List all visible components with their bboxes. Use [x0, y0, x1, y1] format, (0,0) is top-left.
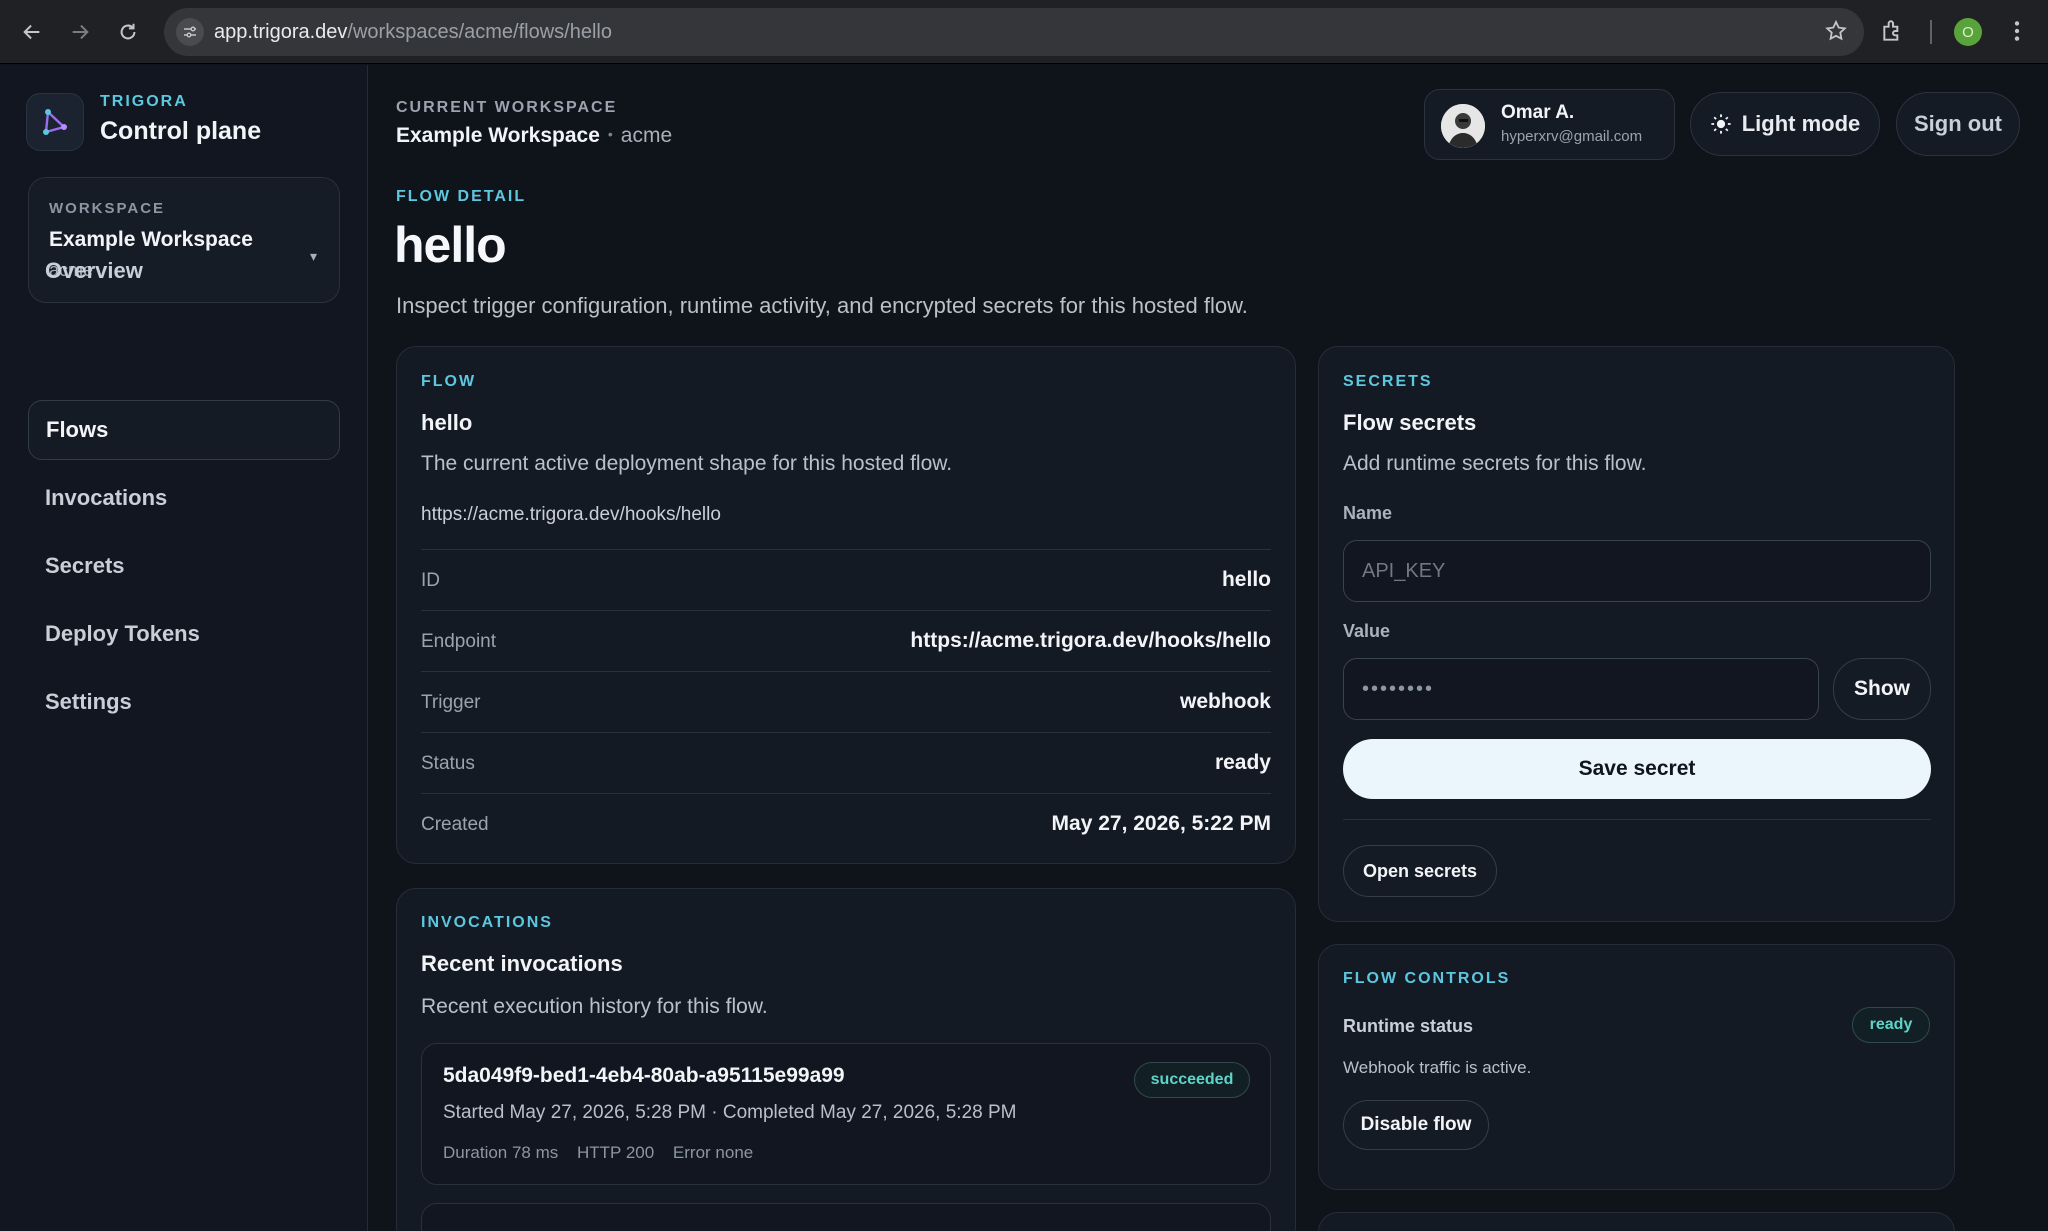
page-description: Inspect trigger configuration, runtime a… — [396, 293, 1248, 318]
secret-value-input[interactable]: •••••••• — [1343, 658, 1819, 720]
invocation-http: HTTP 200 — [577, 1143, 655, 1162]
address-bar[interactable]: app.trigora.dev/workspaces/acme/flows/he… — [164, 8, 1864, 56]
secrets-panel-title: Flow secrets — [1343, 410, 1477, 435]
invocation-meta: Duration 78 ms HTTP 200 Error none — [443, 1143, 753, 1163]
invocations-panel-eyebrow: INVOCATIONS — [421, 914, 553, 931]
sidebar-item-invocations[interactable]: Invocations — [28, 468, 340, 528]
brand-title: Control plane — [100, 117, 262, 145]
bookmark-star-icon[interactable] — [1824, 19, 1848, 48]
flow-controls-panel: FLOW CONTROLS Runtime status ready Webho… — [1318, 944, 1955, 1190]
detail-row: ID hello — [421, 549, 1271, 610]
detail-key: Endpoint — [421, 631, 497, 652]
detail-key: Created — [421, 814, 489, 835]
detail-row: Created May 27, 2026, 5:22 PM — [421, 793, 1271, 854]
detail-value: May 27, 2026, 5:22 PM — [1051, 812, 1271, 835]
toolbar-divider — [1930, 20, 1932, 44]
detail-key: Trigger — [421, 692, 481, 713]
extensions-puzzle-icon[interactable] — [1880, 18, 1906, 49]
light-mode-label: Light mode — [1741, 111, 1861, 136]
invocation-id[interactable]: 5da049f9-bed1-4eb4-80ab-a95115e99a99 — [443, 1064, 845, 1088]
save-secret-button[interactable]: Save secret — [1343, 739, 1931, 799]
separator-dot: • — [607, 126, 613, 142]
runtime-status-label: Runtime status — [1343, 1016, 1474, 1036]
detail-key: ID — [421, 570, 440, 591]
secret-name-input[interactable]: API_KEY — [1343, 540, 1931, 602]
reload-icon[interactable] — [112, 16, 144, 48]
flow-controls-eyebrow: FLOW CONTROLS — [1343, 970, 1511, 987]
invocations-panel-title: Recent invocations — [421, 951, 623, 976]
current-workspace-eyebrow: CURRENT WORKSPACE — [396, 99, 618, 116]
secrets-panel-subtitle: Add runtime secrets for this flow. — [1343, 452, 1647, 475]
detail-row: Trigger webhook — [421, 671, 1271, 732]
current-workspace: Example Workspace • acme — [396, 124, 672, 148]
invocation-card[interactable] — [421, 1203, 1271, 1231]
browser-menu-icon[interactable] — [2004, 18, 2030, 49]
invocation-card[interactable]: 5da049f9-bed1-4eb4-80ab-a95115e99a99 suc… — [421, 1043, 1271, 1185]
invocation-timing: Started May 27, 2026, 5:28 PM · Complete… — [443, 1102, 1017, 1123]
invocation-error: Error none — [672, 1143, 754, 1162]
page-eyebrow: FLOW DETAIL — [396, 188, 527, 205]
profile-avatar[interactable]: O — [1954, 18, 1982, 46]
brand-name: TRIGORA — [100, 93, 188, 110]
secrets-panel-eyebrow: SECRETS — [1343, 373, 1433, 390]
divider — [1343, 819, 1931, 820]
secret-name-label: Name — [1343, 503, 1393, 523]
current-workspace-name: Example Workspace — [396, 124, 600, 147]
user-card[interactable]: Omar A. hyperxrv@gmail.com — [1424, 89, 1675, 160]
invocations-panel: INVOCATIONS Recent invocations Recent ex… — [396, 888, 1296, 1231]
current-workspace-slug: acme — [620, 124, 673, 147]
sidebar-item-flows[interactable]: Flows — [28, 400, 340, 460]
status-badge: succeeded — [1134, 1062, 1250, 1098]
workspace-eyebrow: WORKSPACE — [49, 200, 166, 217]
runtime-description: Webhook traffic is active. — [1343, 1058, 1532, 1077]
show-secret-button[interactable]: Show — [1833, 658, 1931, 720]
flow-panel-eyebrow: FLOW — [421, 373, 477, 390]
flow-panel: FLOW hello The current active deployment… — [396, 346, 1296, 864]
sign-out-button[interactable]: Sign out — [1896, 92, 2020, 156]
flow-url: https://acme.trigora.dev/hooks/hello — [421, 504, 721, 525]
detail-value: ready — [1214, 751, 1271, 774]
sidebar-item-secrets[interactable]: Secrets — [28, 536, 340, 596]
flow-panel-subtitle: The current active deployment shape for … — [421, 452, 953, 475]
page-title: hello — [394, 217, 507, 273]
secrets-panel: SECRETS Flow secrets Add runtime secrets… — [1318, 346, 1955, 922]
url-text[interactable]: app.trigora.dev/workspaces/acme/flows/he… — [214, 21, 612, 44]
flow-panel-title: hello — [421, 410, 473, 435]
disable-flow-button[interactable]: Disable flow — [1343, 1100, 1489, 1150]
secret-value-label: Value — [1343, 621, 1391, 641]
detail-row: Status ready — [421, 732, 1271, 793]
runtime-status-badge: ready — [1852, 1007, 1930, 1043]
user-name: Omar A. — [1501, 102, 1575, 123]
site-settings-icon[interactable] — [176, 18, 204, 46]
invocation-duration: Duration 78 ms — [443, 1143, 559, 1162]
detail-row: Endpoint https://acme.trigora.dev/hooks/… — [421, 610, 1271, 671]
detail-value: webhook — [1179, 690, 1271, 713]
user-email: hyperxrv@gmail.com — [1501, 128, 1643, 145]
back-arrow-icon[interactable] — [16, 16, 48, 48]
avatar — [1441, 104, 1485, 148]
sidebar-item-deploy-tokens[interactable]: Deploy Tokens — [28, 604, 340, 664]
sidebar: TRIGORA Control plane WORKSPACE Example … — [0, 65, 368, 1231]
invocations-panel-subtitle: Recent execution history for this flow. — [421, 995, 768, 1018]
light-mode-button[interactable]: Light mode — [1690, 92, 1880, 156]
next-panel — [1318, 1212, 1955, 1231]
detail-key: Status — [421, 753, 475, 774]
sidebar-item-overview[interactable]: Overview — [28, 241, 340, 301]
browser-toolbar: app.trigora.dev/workspaces/acme/flows/he… — [0, 0, 2048, 64]
detail-value: https://acme.trigora.dev/hooks/hello — [910, 629, 1271, 652]
open-secrets-button[interactable]: Open secrets — [1343, 845, 1497, 897]
forward-arrow-icon[interactable] — [64, 16, 96, 48]
sidebar-item-settings[interactable]: Settings — [28, 672, 340, 732]
detail-value: hello — [1221, 568, 1271, 591]
sun-icon — [1710, 113, 1732, 135]
trigora-logo-icon — [26, 93, 84, 151]
